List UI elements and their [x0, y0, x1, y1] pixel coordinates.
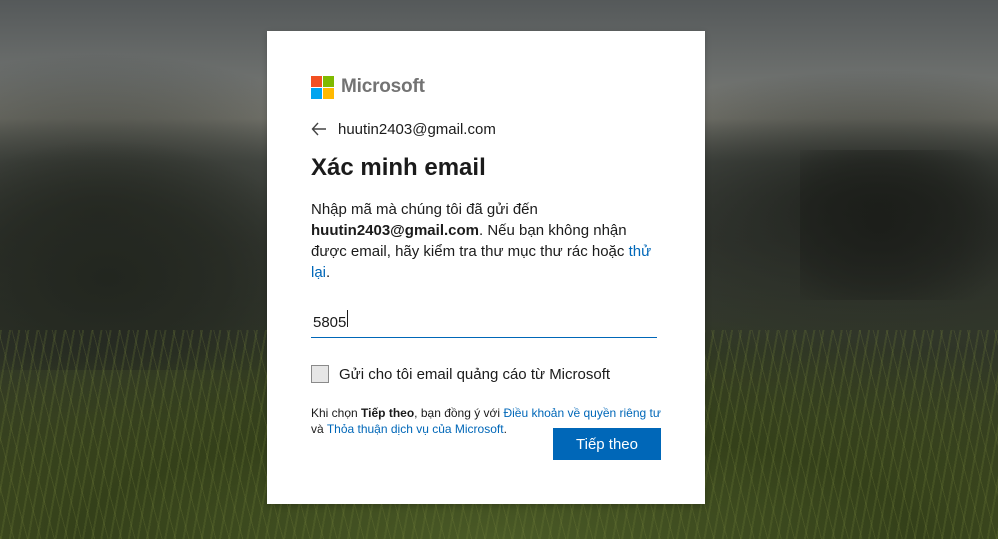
card-actions: Tiếp theo	[553, 428, 661, 460]
terms-and: và	[311, 422, 324, 436]
verify-description: Nhập mã mà chúng tôi đã gửi đến huutin24…	[311, 199, 663, 283]
background-hill-right	[800, 150, 998, 300]
code-input[interactable]: 5805	[311, 309, 657, 331]
logo-square-green	[323, 75, 334, 87]
logo-square-yellow	[323, 87, 334, 99]
services-agreement-link[interactable]: Thỏa thuận dịch vụ của Microsoft	[327, 422, 504, 436]
identity-email: huutin2403@gmail.com	[338, 120, 496, 138]
page-title: Xác minh email	[311, 154, 486, 181]
arrow-left-icon[interactable]	[311, 120, 333, 138]
microsoft-logo-mark	[311, 75, 334, 99]
microsoft-logo-text: Microsoft	[341, 76, 425, 97]
logo-square-blue	[311, 87, 322, 99]
marketing-opt-in[interactable]: Gửi cho tôi email quảng cáo từ Microsoft	[311, 365, 661, 383]
privacy-terms-link[interactable]: Điều khoản về quyền riêng tư	[503, 406, 660, 420]
text-caret	[347, 309, 349, 327]
description-email: huutin2403@gmail.com	[311, 222, 479, 239]
identity-banner: huutin2403@gmail.com	[311, 119, 661, 139]
microsoft-logo: Microsoft	[311, 75, 661, 99]
description-suffix: .	[326, 264, 331, 281]
terms-suffix: .	[503, 422, 507, 436]
signin-card: Microsoft huutin2403@gmail.com Xác minh …	[267, 31, 705, 504]
code-input-value: 5805	[313, 313, 347, 331]
description-prefix: Nhập mã mà chúng tôi đã gửi đến	[311, 201, 538, 218]
marketing-checkbox-label[interactable]: Gửi cho tôi email quảng cáo từ Microsoft	[339, 366, 610, 383]
marketing-checkbox[interactable]	[311, 365, 329, 383]
terms-prefix: Khi chọn	[311, 406, 358, 420]
terms-middle: , bạn đồng ý với	[414, 406, 501, 420]
terms-button-ref: Tiếp theo	[361, 406, 415, 420]
next-button[interactable]: Tiếp theo	[553, 428, 661, 460]
logo-square-red	[311, 75, 322, 87]
code-field[interactable]: 5805	[311, 303, 657, 338]
